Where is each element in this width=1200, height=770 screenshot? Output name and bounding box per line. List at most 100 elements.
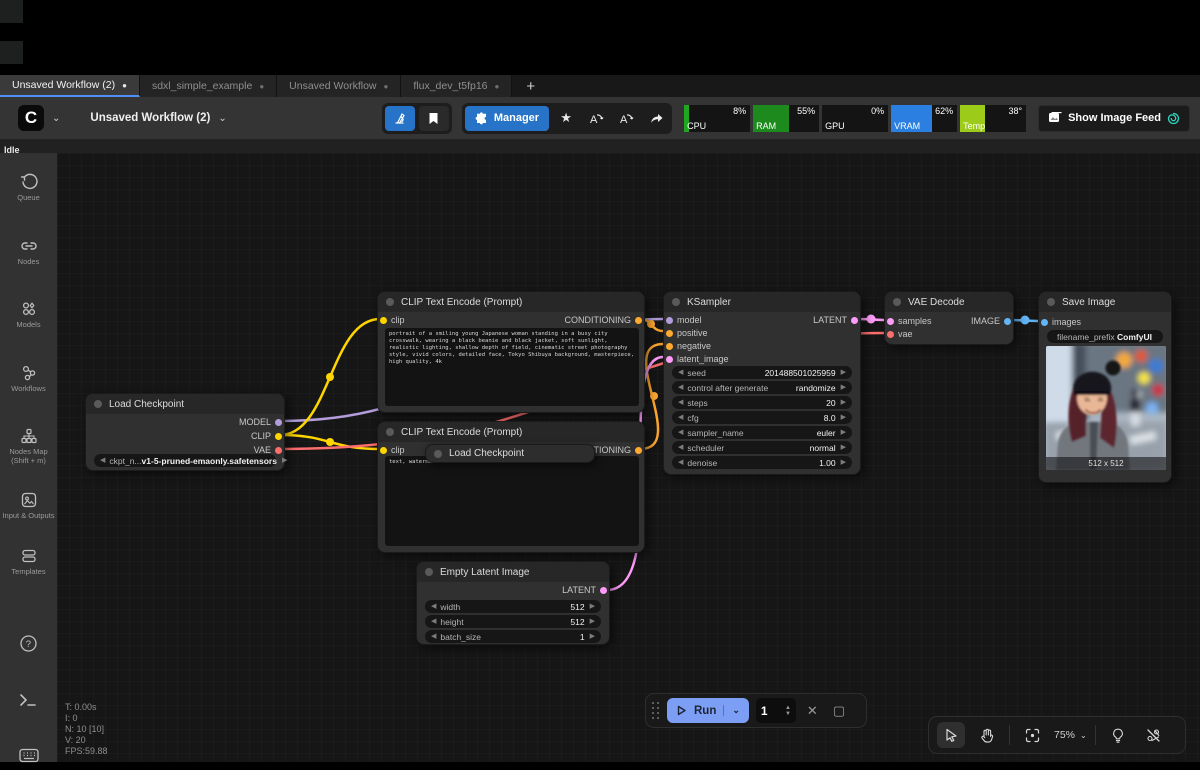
decrement-icon[interactable]: ◀ <box>678 426 683 439</box>
slot-dot-icon[interactable] <box>1004 318 1011 325</box>
node-title-bar[interactable]: Save Image <box>1039 292 1171 312</box>
output-slot-latent[interactable]: LATENT <box>562 583 609 597</box>
drag-handle-icon[interactable] <box>652 702 660 720</box>
node-title-bar[interactable]: CLIP Text Encode (Prompt) <box>378 292 644 312</box>
collapse-dot-icon[interactable] <box>1047 298 1055 306</box>
slot-dot-icon[interactable] <box>275 433 282 440</box>
widget-denoise[interactable]: ◀ denoise 1.00 ▶ <box>672 456 852 469</box>
node-save-image[interactable]: Save Image images filename_prefix ComfyU… <box>1038 291 1172 483</box>
collapse-dot-icon[interactable] <box>434 450 442 458</box>
logo-menu-chevron-icon[interactable]: ⌄ <box>52 113 60 124</box>
fit-view-button[interactable] <box>1018 722 1046 748</box>
prompt-textarea-negative[interactable]: text, watermark <box>385 456 639 546</box>
stop-button[interactable]: ▢ <box>829 703 849 719</box>
input-slot-negative[interactable]: negative <box>664 339 711 353</box>
sidebar-item-help[interactable]: ? <box>0 634 57 653</box>
widget-cfg[interactable]: ◀ cfg 8.0 ▶ <box>672 411 852 424</box>
update-all-button[interactable]: A <box>613 106 639 131</box>
sidebar-item-models[interactable]: Models <box>0 300 57 330</box>
slot-dot-icon[interactable] <box>635 447 642 454</box>
prompt-textarea-positive[interactable]: portrait of a smiling young Japanese wom… <box>385 328 639 406</box>
workflow-name-dropdown[interactable]: Unsaved Workflow (2) <box>90 112 210 124</box>
increment-icon[interactable]: ▶ <box>841 366 846 379</box>
toggle-theme-button[interactable] <box>1104 722 1132 748</box>
node-clip-text-encode-negative[interactable]: CLIP Text Encode (Prompt) clip CONDITION… <box>377 421 645 553</box>
unsaved-dot-icon[interactable]: ● <box>384 82 389 91</box>
output-slot-clip[interactable]: CLIP <box>251 429 284 443</box>
generated-image-preview[interactable]: 512 x 512 <box>1046 346 1166 470</box>
slot-dot-icon[interactable] <box>851 317 858 324</box>
manager-button[interactable]: Manager <box>465 106 549 131</box>
slot-dot-icon[interactable] <box>666 330 673 337</box>
beta-menu-button[interactable] <box>385 106 415 131</box>
tab-flux-dev-t5fp16[interactable]: flux_dev_t5fp16 ● <box>401 75 512 97</box>
toggle-links-visibility-button[interactable] <box>1140 722 1168 748</box>
unsaved-dot-icon[interactable]: ● <box>495 82 500 91</box>
tab-unsaved-workflow[interactable]: Unsaved Workflow ● <box>277 75 401 97</box>
increment-icon[interactable]: ▶ <box>841 441 846 454</box>
widget-sampler-name[interactable]: ◀ sampler_name euler ▶ <box>672 426 852 439</box>
decrement-icon[interactable]: ◀ <box>678 366 683 379</box>
slot-dot-icon[interactable] <box>600 587 607 594</box>
decrement-icon[interactable]: ◀ <box>678 456 683 469</box>
sidebar-item-workflows[interactable]: Workflows <box>0 364 57 394</box>
output-slot-conditioning[interactable]: CONDITIONING <box>565 313 645 327</box>
decrement-icon[interactable]: ◀ <box>431 615 436 628</box>
node-empty-latent-image[interactable]: Empty Latent Image LATENT ◀ width 512 ▶ … <box>416 561 610 645</box>
step-down-icon[interactable]: ▼ <box>785 711 791 717</box>
bookmark-button[interactable] <box>419 106 449 131</box>
select-tool-button[interactable] <box>937 722 965 748</box>
sidebar-item-templates[interactable]: Templates <box>0 547 57 577</box>
node-load-checkpoint[interactable]: Load Checkpoint MODEL CLIP VAE ◀ ckpt_n.… <box>85 393 285 471</box>
decrement-icon[interactable]: ◀ <box>678 396 683 409</box>
unsaved-dot-icon[interactable]: ● <box>122 81 127 90</box>
slot-dot-icon[interactable] <box>635 317 642 324</box>
input-slot-positive[interactable]: positive <box>664 326 708 340</box>
run-options-chevron-icon[interactable]: ⌄ <box>723 705 740 716</box>
slot-dot-icon[interactable] <box>666 343 673 350</box>
widget-ckpt-name[interactable]: ◀ ckpt_n... v1-5-pruned-emaonly.safetens… <box>94 454 276 467</box>
slot-dot-icon[interactable] <box>380 447 387 454</box>
input-slot-latent-image[interactable]: latent_image <box>664 352 729 366</box>
widget-steps[interactable]: ◀ steps 20 ▶ <box>672 396 852 409</box>
increment-icon[interactable]: ▶ <box>841 411 846 424</box>
node-title-bar[interactable]: KSampler <box>664 292 860 312</box>
decrement-icon[interactable]: ◀ <box>678 441 683 454</box>
slot-dot-icon[interactable] <box>666 317 673 324</box>
collapse-dot-icon[interactable] <box>386 428 394 436</box>
input-slot-images[interactable]: images <box>1039 315 1081 329</box>
decrement-icon[interactable]: ◀ <box>678 411 683 424</box>
sidebar-item-queue[interactable]: Queue <box>0 173 57 203</box>
collapse-dot-icon[interactable] <box>893 298 901 306</box>
widget-control-after-generate[interactable]: ◀ control after generate randomize ▶ <box>672 381 852 394</box>
decrement-icon[interactable]: ◀ <box>431 630 436 643</box>
show-image-feed-button[interactable]: Show Image Feed <box>1038 105 1190 132</box>
tab-sdxl-simple-example[interactable]: sdxl_simple_example ● <box>140 75 277 97</box>
sidebar-item-input-outputs[interactable]: Input & Outputs <box>0 491 57 521</box>
sidebar-item-nodes-map[interactable]: Nodes Map (Shift + m) <box>0 427 57 465</box>
sidebar-item-shortcuts[interactable] <box>0 748 57 763</box>
node-title-bar[interactable]: Load Checkpoint <box>86 394 284 414</box>
increment-icon[interactable]: ▶ <box>282 454 287 467</box>
new-tab-button[interactable]: + <box>512 75 549 97</box>
output-slot-image[interactable]: IMAGE <box>971 314 1013 328</box>
widget-height[interactable]: ◀ height 512 ▶ <box>425 615 601 628</box>
increment-icon[interactable]: ▶ <box>841 426 846 439</box>
sidebar-item-nodes[interactable]: Nodes <box>0 237 57 267</box>
decrement-icon[interactable]: ◀ <box>678 381 683 394</box>
slot-dot-icon[interactable] <box>666 356 673 363</box>
slot-dot-icon[interactable] <box>887 318 894 325</box>
widget-scheduler[interactable]: ◀ scheduler normal ▶ <box>672 441 852 454</box>
increment-icon[interactable]: ▶ <box>841 396 846 409</box>
collapse-dot-icon[interactable] <box>425 568 433 576</box>
widget-batch-size[interactable]: ◀ batch_size 1 ▶ <box>425 630 601 643</box>
decrement-icon[interactable]: ◀ <box>100 454 105 467</box>
zoom-level-dropdown[interactable]: 75% ⌄ <box>1054 729 1087 741</box>
increment-icon[interactable]: ▶ <box>590 630 595 643</box>
node-vae-decode[interactable]: VAE Decode samples vae IMAGE <box>884 291 1014 345</box>
node-ksampler[interactable]: KSampler model positive negative latent_… <box>663 291 861 475</box>
increment-icon[interactable]: ▶ <box>841 456 846 469</box>
widget-filename-prefix[interactable]: filename_prefix ComfyUI <box>1047 330 1163 343</box>
input-slot-clip[interactable]: clip <box>378 313 405 327</box>
workflow-chevron-icon[interactable]: ⌄ <box>218 113 226 124</box>
